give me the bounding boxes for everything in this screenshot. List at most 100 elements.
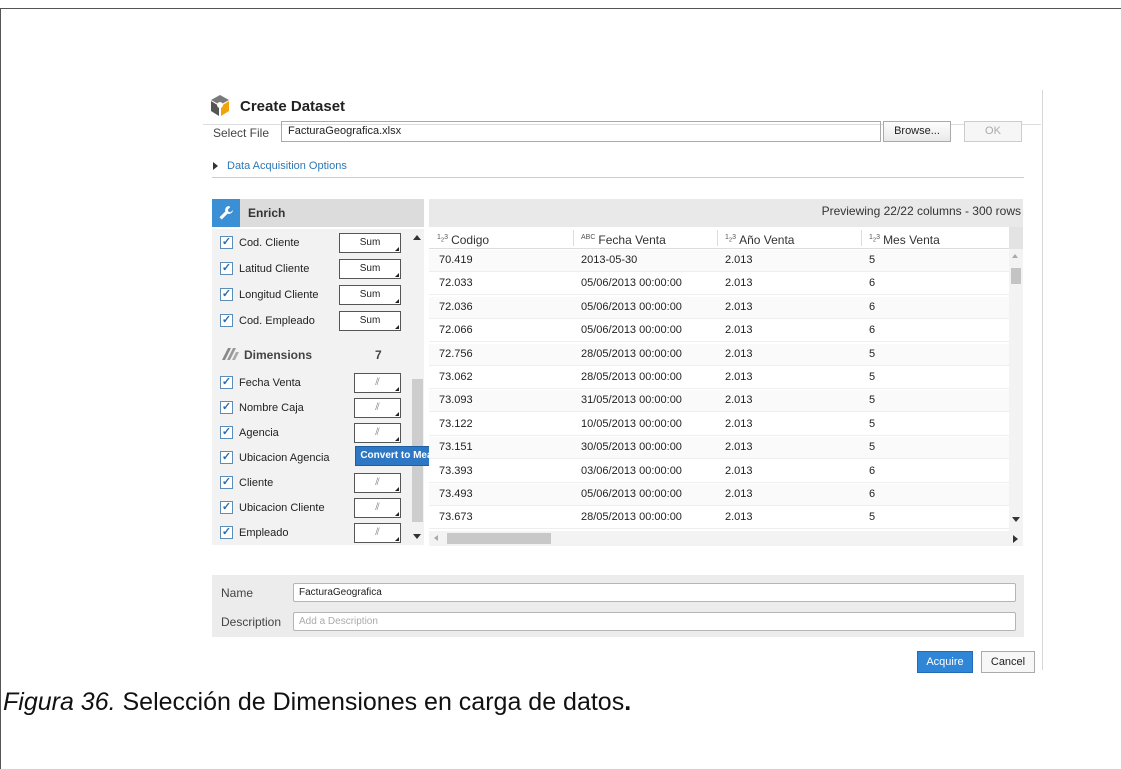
field-checkbox[interactable]: ✓: [220, 376, 233, 389]
table-cell: 2.013: [725, 441, 753, 454]
field-label: Latitud Cliente: [239, 263, 310, 275]
dimension-type-button[interactable]: ⫽: [354, 423, 401, 443]
field-checkbox[interactable]: ✓: [220, 451, 233, 464]
dimensions-icon: [222, 348, 239, 360]
text-type-icon: ABC: [581, 234, 596, 241]
table-cell: 5: [869, 254, 876, 266]
table-cell: 5: [869, 394, 876, 407]
table-row[interactable]: 73.122 10/05/2013 00:00:00 2.013 5: [429, 414, 1009, 436]
table-row[interactable]: 73.093 31/05/2013 00:00:00 2.013 5: [429, 390, 1009, 413]
divider: [212, 177, 1024, 178]
column-header-ano-venta[interactable]: 123 Año Venta: [717, 227, 857, 249]
table-cell: 05/06/2013 00:00:00: [581, 488, 682, 500]
table-cell: 31/05/2013 00:00:00: [581, 394, 682, 407]
table-cell: 2.013: [725, 464, 753, 477]
table-cell: 73.393: [439, 464, 473, 477]
table-cell: 5: [869, 371, 876, 383]
dimension-type-button[interactable]: ⫽: [354, 473, 401, 493]
table-cell: 05/06/2013 00:00:00: [581, 277, 682, 290]
column-header-codigo[interactable]: 123 Codigo: [429, 227, 569, 249]
ok-button[interactable]: OK: [964, 121, 1022, 142]
table-cell: 5: [869, 511, 876, 524]
dimensions-label: Dimensions: [244, 348, 313, 362]
aggregation-button[interactable]: Sum: [339, 233, 401, 253]
column-name: Codigo: [451, 233, 490, 247]
grid-header: 123 Codigo ABC Fecha Venta 123 Año Venta 12…: [429, 227, 1009, 249]
file-path-input[interactable]: FacturaGeografica.xlsx: [281, 121, 881, 142]
dialog-title: Create Dataset: [240, 97, 346, 115]
scroll-up-icon[interactable]: [413, 235, 421, 240]
table-cell: 2.013: [725, 347, 753, 360]
aggregation-button[interactable]: Sum: [339, 259, 401, 279]
field-checkbox[interactable]: ✓: [220, 288, 233, 301]
browse-button[interactable]: Browse...: [883, 121, 951, 142]
cancel-button[interactable]: Cancel: [981, 651, 1035, 673]
field-checkbox[interactable]: ✓: [220, 236, 233, 249]
table-cell: 05/06/2013 00:00:00: [581, 300, 682, 313]
aggregation-button[interactable]: Sum: [339, 285, 401, 305]
dimension-type-button[interactable]: ⫽: [354, 373, 401, 393]
table-cell: 6: [869, 277, 876, 290]
column-header-fecha-venta[interactable]: ABC Fecha Venta: [573, 227, 713, 249]
field-checkbox[interactable]: ✓: [220, 314, 233, 327]
table-row[interactable]: 73.493 05/06/2013 00:00:00 2.013 6: [429, 484, 1009, 506]
table-cell: 72.036: [439, 300, 473, 313]
field-label: Cliente: [239, 477, 274, 489]
table-cell: 28/05/2013 00:00:00: [581, 347, 682, 360]
field-checkbox[interactable]: ✓: [220, 526, 233, 539]
acquire-button[interactable]: Acquire: [917, 651, 973, 673]
field-label: Longitud Cliente: [239, 289, 319, 301]
aggregation-button[interactable]: Sum: [339, 311, 401, 331]
scroll-left-icon[interactable]: [434, 535, 438, 541]
column-header-mes-venta[interactable]: 123 Mes Venta: [861, 227, 1001, 249]
dimension-type-button[interactable]: ⫽: [354, 398, 401, 418]
scroll-up-icon[interactable]: [1012, 254, 1018, 258]
measure-row: ✓ Cod. Cliente Sum: [212, 231, 410, 255]
table-cell: 2.013: [725, 324, 753, 337]
grid-vertical-scrollbar[interactable]: [1009, 227, 1023, 531]
field-checkbox[interactable]: ✓: [220, 262, 233, 275]
table-cell: 2.013: [725, 417, 753, 430]
dimension-row: ✓ Empleado ⫽: [212, 521, 410, 545]
table-row[interactable]: 73.151 30/05/2013 00:00:00 2.013 5: [429, 437, 1009, 460]
measure-row: ✓ Cod. Empleado Sum: [212, 309, 410, 333]
dataset-logo-icon: [211, 95, 229, 116]
table-cell: 28/05/2013 00:00:00: [581, 511, 682, 524]
scroll-right-icon[interactable]: [1013, 535, 1018, 543]
dimensions-count: 7: [375, 348, 382, 362]
scroll-corner: [1009, 227, 1023, 249]
table-row[interactable]: 72.036 05/06/2013 00:00:00 2.013 6: [429, 296, 1009, 319]
dimension-type-button[interactable]: ⫽: [354, 498, 401, 518]
table-row[interactable]: 73.393 03/06/2013 00:00:00 2.013 6: [429, 461, 1009, 483]
table-row[interactable]: 73.062 28/05/2013 00:00:00 2.013 5: [429, 367, 1009, 389]
grid-horizontal-scrollbar[interactable]: [429, 531, 1023, 546]
table-row[interactable]: 72.066 05/06/2013 00:00:00 2.013 6: [429, 320, 1009, 343]
table-row[interactable]: 73.673 28/05/2013 00:00:00 2.013 5: [429, 507, 1009, 530]
scroll-thumb[interactable]: [1011, 268, 1021, 284]
table-row[interactable]: 70.419 2013-05-30 2.013 5: [429, 250, 1009, 272]
field-checkbox[interactable]: ✓: [220, 476, 233, 489]
table-cell: 73.122: [439, 417, 473, 430]
table-cell: 73.093: [439, 394, 473, 407]
description-label: Description: [221, 615, 282, 629]
description-input[interactable]: Add a Description: [293, 612, 1016, 631]
name-label: Name: [221, 586, 254, 600]
enrich-header: [212, 199, 424, 227]
scroll-down-icon[interactable]: [1012, 517, 1020, 522]
caption-prefix: Figura 36.: [3, 688, 116, 716]
table-cell: 5: [869, 417, 876, 430]
scroll-down-icon[interactable]: [413, 534, 421, 539]
field-checkbox[interactable]: ✓: [220, 401, 233, 414]
table-cell: 2.013: [725, 300, 753, 313]
table-row[interactable]: 72.033 05/06/2013 00:00:00 2.013 6: [429, 273, 1009, 296]
dimension-type-button[interactable]: ⫽: [354, 523, 401, 543]
table-row[interactable]: 72.756 28/05/2013 00:00:00 2.013 5: [429, 343, 1009, 366]
field-label: Nombre Caja: [239, 402, 304, 414]
field-checkbox[interactable]: ✓: [220, 501, 233, 514]
field-checkbox[interactable]: ✓: [220, 426, 233, 439]
name-input[interactable]: FacturaGeografica: [293, 583, 1016, 602]
scroll-thumb[interactable]: [447, 533, 551, 544]
table-cell: 6: [869, 324, 876, 337]
fields-scrollbar[interactable]: [410, 229, 424, 545]
data-acquisition-options-toggle[interactable]: Data Acquisition Options: [213, 160, 347, 172]
